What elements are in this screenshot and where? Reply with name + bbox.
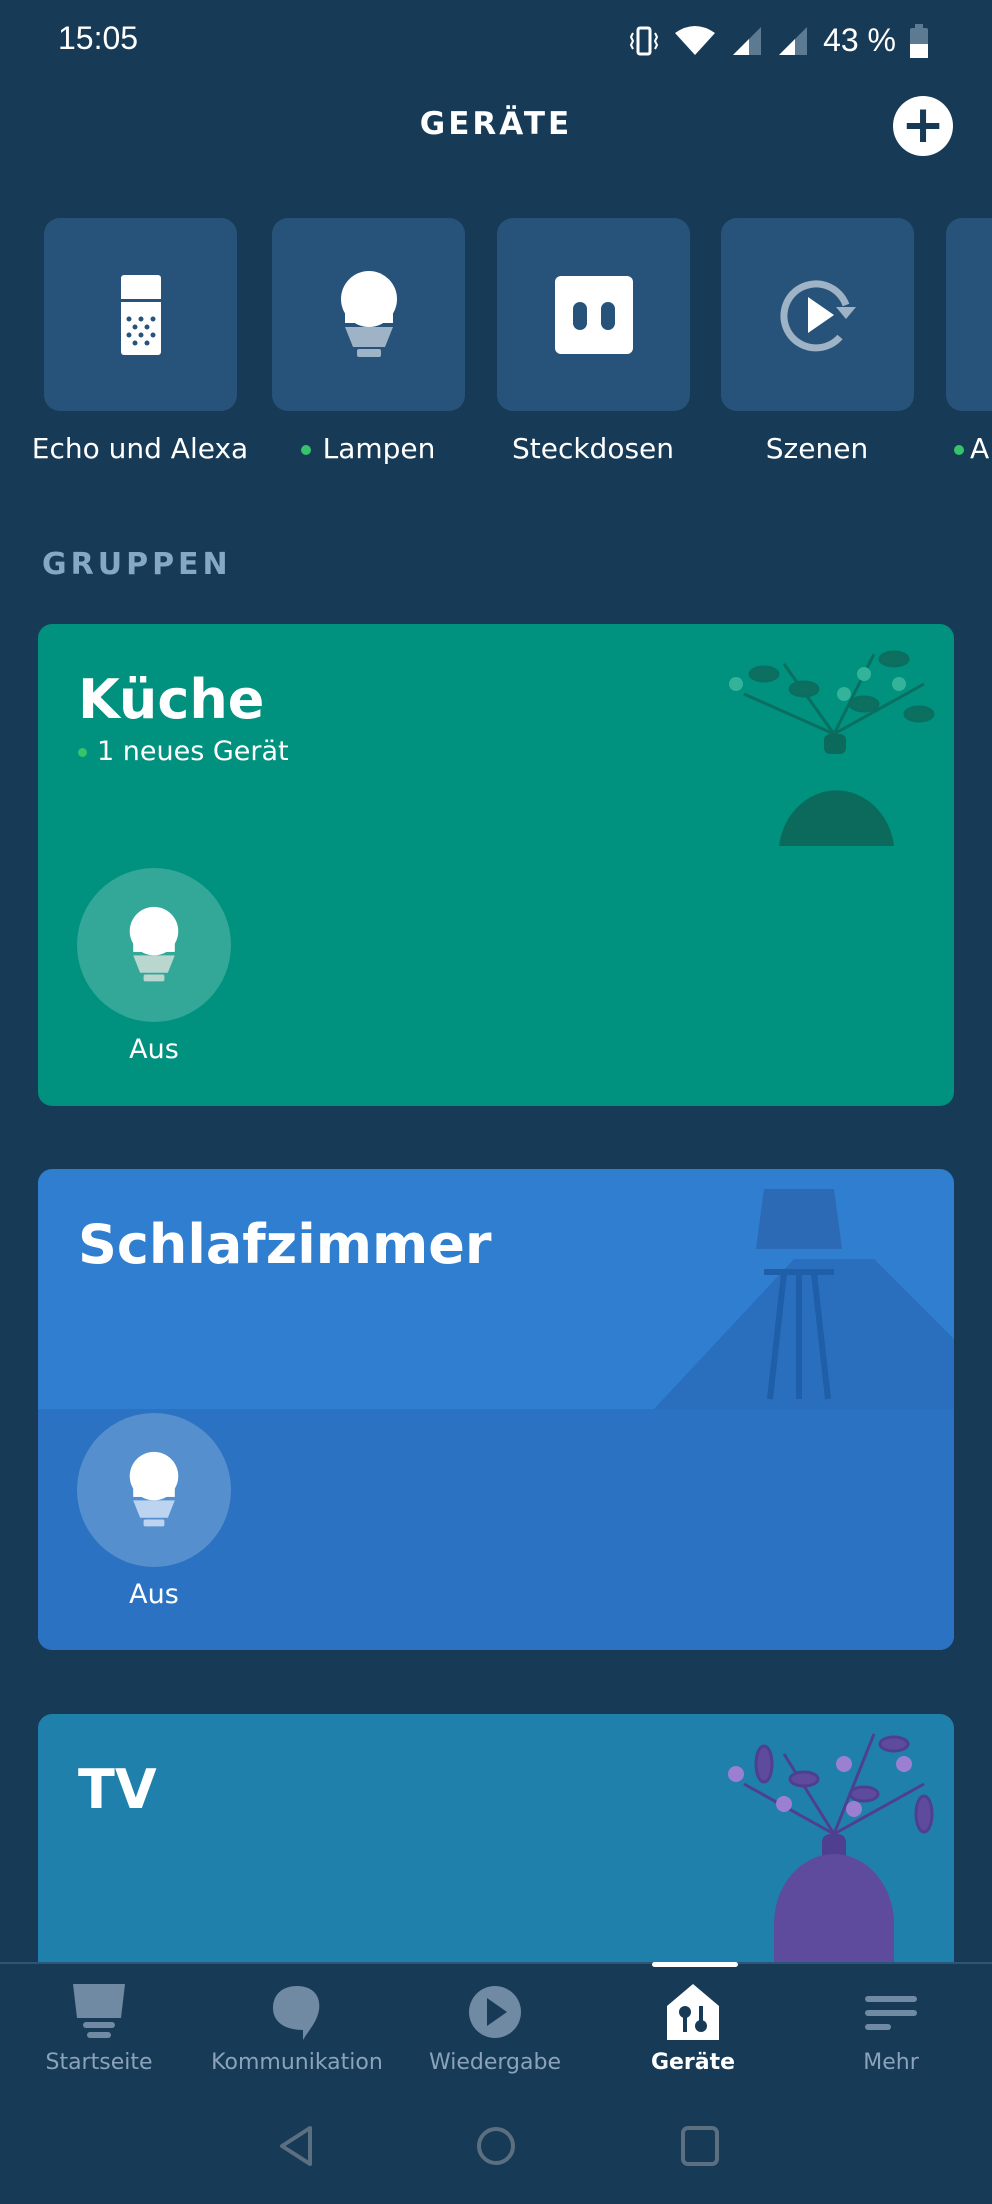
new-indicator-dot xyxy=(300,445,311,455)
bottom-navigation: Startseite Kommunikation Wiedergabe Gerä… xyxy=(0,1962,992,2204)
bulb-icon xyxy=(340,270,397,357)
chat-bubble-icon xyxy=(273,1986,320,2040)
category-echo-tile[interactable] xyxy=(44,218,237,411)
system-back-icon[interactable] xyxy=(276,2124,316,2168)
home-echo-icon xyxy=(73,1984,125,2038)
signal-icon xyxy=(733,26,762,55)
group-name: TV xyxy=(78,1758,157,1821)
devices-house-icon xyxy=(667,1984,719,2040)
groups-heading: GRUPPEN xyxy=(42,547,232,582)
category-szenen-tile[interactable] xyxy=(721,218,914,411)
new-indicator-dot xyxy=(954,445,964,455)
bulb-icon xyxy=(129,906,179,982)
signal-icon xyxy=(779,26,808,55)
group-name: Schlafzimmer xyxy=(78,1213,492,1276)
system-home-icon[interactable] xyxy=(476,2124,516,2168)
category-label: Steckdosen xyxy=(511,432,675,465)
light-toggle-button[interactable] xyxy=(77,1413,231,1567)
nav-mehr[interactable]: Mehr xyxy=(792,1982,990,2075)
plant-vase-illustration xyxy=(728,1733,934,1962)
plus-icon: + xyxy=(901,95,945,155)
category-label: Echo und Alexa xyxy=(31,432,249,465)
group-subtitle: 1 neues Gerät xyxy=(78,736,289,767)
category-label: Szenen xyxy=(765,432,869,465)
group-card-kueche[interactable]: Küche 1 neues Gerät Aus xyxy=(38,624,954,1106)
battery-percent: 43 % xyxy=(823,22,896,58)
battery-icon xyxy=(910,23,928,58)
group-card-schlafzimmer[interactable]: Schlafzimmer Aus xyxy=(38,1169,954,1650)
bulb-icon xyxy=(129,1451,179,1527)
nav-wiedergabe[interactable]: Wiedergabe xyxy=(396,1982,594,2075)
nav-startseite[interactable]: Startseite xyxy=(0,1982,198,2075)
category-label: Lampen xyxy=(248,432,488,465)
clock: 15:05 xyxy=(58,20,139,56)
nav-kommunikation[interactable]: Kommunikation xyxy=(198,1982,396,2075)
add-device-button[interactable]: + xyxy=(893,96,953,156)
vibrate-icon xyxy=(629,26,659,55)
system-recents-icon[interactable] xyxy=(680,2124,720,2168)
new-indicator-dot xyxy=(78,748,87,757)
plant-vase-illustration xyxy=(729,650,935,846)
play-icon xyxy=(469,1986,521,2038)
group-card-tv[interactable]: TV xyxy=(38,1714,954,1962)
category-label: A xyxy=(954,432,992,465)
nav-geraete[interactable]: Geräte xyxy=(594,1982,792,2075)
scene-play-icon xyxy=(779,279,856,351)
active-tab-indicator xyxy=(652,1962,738,1967)
category-steckdosen-tile[interactable] xyxy=(497,218,690,411)
lamp-illustration xyxy=(654,1189,954,1409)
echo-speaker-icon xyxy=(120,274,161,355)
device-state: Aus xyxy=(129,1579,179,1610)
light-toggle-button[interactable] xyxy=(77,868,231,1022)
menu-icon xyxy=(865,1996,917,2030)
group-name: Küche xyxy=(78,668,265,731)
device-state: Aus xyxy=(129,1034,179,1065)
category-lampen-tile[interactable] xyxy=(272,218,465,411)
page-title: GERÄTE xyxy=(419,106,573,142)
status-bar: 15:05 43 % xyxy=(0,0,992,80)
wifi-icon xyxy=(675,25,716,55)
plug-icon xyxy=(554,275,633,354)
category-more-tile[interactable] xyxy=(946,218,992,411)
